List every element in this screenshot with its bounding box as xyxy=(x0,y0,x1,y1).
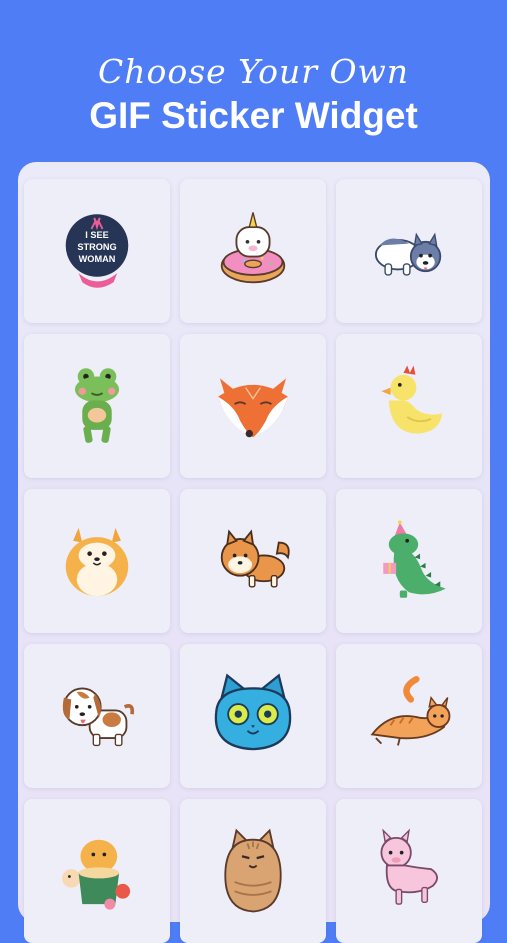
sticker-tile[interactable] xyxy=(180,489,326,633)
fox-face-icon xyxy=(218,378,288,438)
badge-text-line-1: I SEE xyxy=(85,230,109,240)
sticker-tile[interactable] xyxy=(336,179,482,323)
sticker-tile[interactable] xyxy=(24,334,170,478)
sticker-tile[interactable] xyxy=(336,799,482,943)
sticker-tile[interactable] xyxy=(180,644,326,788)
sticker-tile[interactable] xyxy=(24,799,170,943)
sticker-tile[interactable] xyxy=(180,334,326,478)
header: Choose Your Own GIF Sticker Widget xyxy=(0,52,507,138)
badge-text-line-2: STRONG xyxy=(77,242,116,252)
sticker-tile[interactable] xyxy=(336,489,482,633)
sticker-tile[interactable] xyxy=(180,799,326,943)
shiba-inu-dog-icon xyxy=(220,529,290,588)
green-frog-icon xyxy=(74,368,120,443)
header-title-bold: GIF Sticker Widget xyxy=(89,95,418,136)
pink-alpaca-icon xyxy=(380,828,438,905)
sticker-grid: I SEE STRONG WOMAN xyxy=(24,179,482,943)
yellow-duck-icon xyxy=(381,365,443,434)
sticker-tile[interactable] xyxy=(24,644,170,788)
sticker-tile[interactable] xyxy=(24,489,170,633)
hamster-bowl-icon xyxy=(62,839,131,910)
party-dinosaur-icon xyxy=(383,520,446,598)
unicorn-donut-icon xyxy=(220,212,286,284)
beagle-puppy-icon xyxy=(62,687,135,747)
chubby-cat-icon xyxy=(224,828,282,913)
blue-cat-face-icon xyxy=(214,673,292,751)
orange-tabby-cat-icon xyxy=(370,675,451,746)
sticker-tile[interactable]: I SEE STRONG WOMAN xyxy=(24,179,170,323)
sticker-tile[interactable] xyxy=(336,334,482,478)
sticker-panel: I SEE STRONG WOMAN xyxy=(18,162,490,943)
i-see-strong-woman-badge-icon: I SEE STRONG WOMAN xyxy=(65,214,129,288)
sticker-tile[interactable] xyxy=(336,644,482,788)
husky-dog-icon xyxy=(374,232,442,276)
header-title-script: Choose Your Own xyxy=(97,52,410,91)
sticker-tile[interactable] xyxy=(180,179,326,323)
pomeranian-dog-icon xyxy=(65,527,129,596)
badge-text-line-3: WOMAN xyxy=(79,254,116,264)
